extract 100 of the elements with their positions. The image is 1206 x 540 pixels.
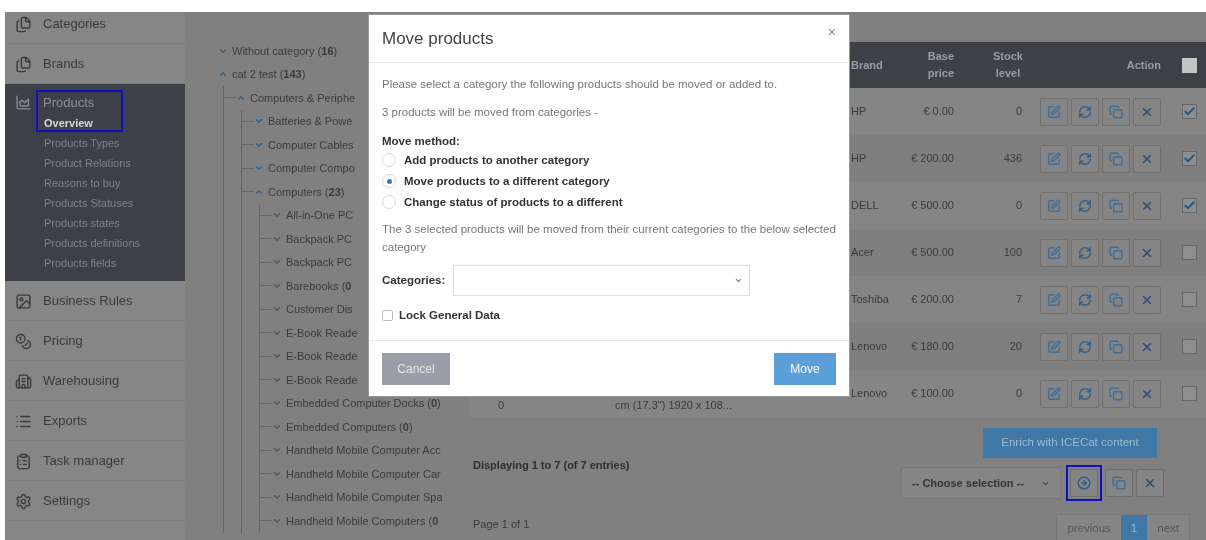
refresh-button[interactable]	[1071, 144, 1099, 173]
refresh-button[interactable]	[1071, 285, 1099, 314]
checkbox[interactable]	[1182, 198, 1197, 213]
edit-button[interactable]	[1040, 285, 1068, 314]
tree-item[interactable]: Computers (23)	[268, 183, 345, 200]
tree-item[interactable]: Without category (16)	[232, 42, 338, 59]
nav-item[interactable]: Warehousing	[43, 371, 120, 391]
edit-button[interactable]	[1040, 238, 1068, 267]
nav-subitem[interactable]: Product Relations	[44, 154, 131, 172]
tree-item[interactable]: Batteries & Powe	[268, 113, 353, 130]
tree-item[interactable]: E-Book Reade	[286, 348, 358, 365]
tree-item[interactable]: Computers & Periphe	[250, 89, 356, 106]
refresh-icon	[1078, 198, 1092, 213]
edit-icon	[1047, 104, 1061, 119]
nav-item[interactable]: Task manager	[43, 451, 125, 471]
edit-icon	[1047, 151, 1061, 166]
refresh-button[interactable]	[1071, 191, 1099, 220]
copy-button[interactable]	[1105, 469, 1133, 497]
checkbox[interactable]	[1182, 386, 1197, 401]
arrow-circle-icon	[1077, 476, 1091, 490]
selection-dropdown[interactable]: -- Choose selection --	[901, 467, 1061, 499]
refresh-button[interactable]	[1071, 332, 1099, 361]
tree-item[interactable]: Backpack PC	[286, 230, 353, 247]
dialog-title: Move products	[382, 27, 494, 50]
tree-item[interactable]: Embedded Computers (0)	[286, 418, 413, 435]
copy-button[interactable]	[1102, 191, 1130, 220]
checkbox[interactable]	[1182, 339, 1197, 354]
nav-item[interactable]: Categories	[43, 14, 106, 34]
copy-icon	[1109, 104, 1123, 119]
delete-button[interactable]	[1133, 238, 1161, 267]
categories-select[interactable]	[453, 264, 751, 296]
delete-button[interactable]	[1133, 332, 1161, 361]
tree-item[interactable]: Handheld Mobile Computer Spa	[286, 489, 443, 506]
tree-item[interactable]: Handheld Mobile Computers (0	[286, 512, 439, 529]
edit-button[interactable]	[1040, 332, 1068, 361]
delete-button[interactable]	[1133, 144, 1161, 173]
tree-item[interactable]: E-Book Reade	[286, 324, 358, 341]
tree-item[interactable]: cat 2 test (143)	[232, 66, 306, 83]
tree-item[interactable]: All-in-One PC	[286, 207, 354, 224]
nav-subitem[interactable]: Overview	[44, 114, 93, 132]
nav-subitem[interactable]: Reasons to buy	[44, 174, 121, 192]
refresh-button[interactable]	[1071, 97, 1099, 126]
page-link[interactable]: 1	[1120, 515, 1148, 540]
tree-item[interactable]: Customer Dis	[286, 301, 353, 318]
delete-button[interactable]	[1136, 469, 1164, 497]
edit-icon	[1047, 245, 1061, 260]
enrich-button[interactable]: Enrich with ICECat content	[983, 428, 1157, 458]
edit-button[interactable]	[1040, 191, 1068, 220]
delete-button[interactable]	[1133, 191, 1161, 220]
tree-item[interactable]: Embedded Computer Docks (0)	[286, 395, 441, 412]
tree-item[interactable]: Barebooks (0	[286, 277, 352, 294]
nav-subitem[interactable]: Products Statuses	[44, 194, 134, 212]
nav-item[interactable]: Products	[43, 92, 95, 113]
cancel-button[interactable]: Cancel	[382, 352, 450, 385]
copy-button[interactable]	[1102, 379, 1130, 408]
nav-subitem[interactable]: Products fields	[44, 254, 117, 272]
nav-subitem[interactable]: Products states	[44, 214, 120, 232]
checkbox[interactable]	[1182, 151, 1197, 166]
tree-item[interactable]: Handheld Mobile Computer Car	[286, 465, 441, 482]
tree-item[interactable]: Computer Compo	[268, 160, 355, 177]
edit-button[interactable]	[1040, 379, 1068, 408]
refresh-button[interactable]	[1071, 379, 1099, 408]
table-cell-text: HP	[850, 151, 868, 167]
delete-button[interactable]	[1133, 285, 1161, 314]
checkbox[interactable]	[1182, 292, 1197, 307]
edit-button[interactable]	[1040, 97, 1068, 126]
nav-item[interactable]: Settings	[43, 491, 90, 511]
check-icon	[1183, 152, 1196, 165]
move-button[interactable]: Move	[774, 352, 836, 385]
delete-button[interactable]	[1133, 97, 1161, 126]
tree-item[interactable]: Backpack PC	[286, 254, 353, 271]
checkbox[interactable]	[1182, 57, 1197, 73]
tree-item[interactable]: E-Book Reade	[286, 371, 358, 388]
radio-label: Add products to another category	[404, 152, 590, 168]
copy-button[interactable]	[1102, 97, 1130, 126]
edit-icon	[1047, 292, 1061, 307]
copy-button[interactable]	[1102, 144, 1130, 173]
checkbox[interactable]	[1182, 245, 1197, 260]
nav-subitem[interactable]: Products Types	[44, 134, 120, 152]
table-cell-text: € 500.00	[910, 198, 955, 214]
copy-button[interactable]	[1102, 238, 1130, 267]
checkbox[interactable]	[382, 309, 393, 321]
nav-subitem[interactable]: Products definitions	[44, 234, 140, 252]
tree-item[interactable]: Computer Cables	[268, 136, 354, 153]
check-icon	[1183, 199, 1196, 212]
table-cell-text: 7	[1014, 292, 1023, 308]
edit-button[interactable]	[1040, 144, 1068, 173]
nav-item[interactable]: Business Rules	[43, 291, 133, 311]
nav-item[interactable]: Exports	[43, 411, 88, 431]
delete-button[interactable]	[1133, 379, 1161, 408]
refresh-icon	[1078, 104, 1092, 119]
tree-item[interactable]: Handheld Mobile Computer Acc	[286, 442, 441, 459]
nav-item[interactable]: Pricing	[43, 331, 83, 351]
refresh-button[interactable]	[1071, 238, 1099, 267]
copy-button[interactable]	[1102, 332, 1130, 361]
checkbox[interactable]	[1182, 104, 1197, 119]
copy-icon	[1109, 292, 1123, 307]
nav-item[interactable]: Brands	[43, 54, 85, 74]
copy-button[interactable]	[1102, 285, 1130, 314]
close-button[interactable]: ×	[827, 22, 836, 43]
